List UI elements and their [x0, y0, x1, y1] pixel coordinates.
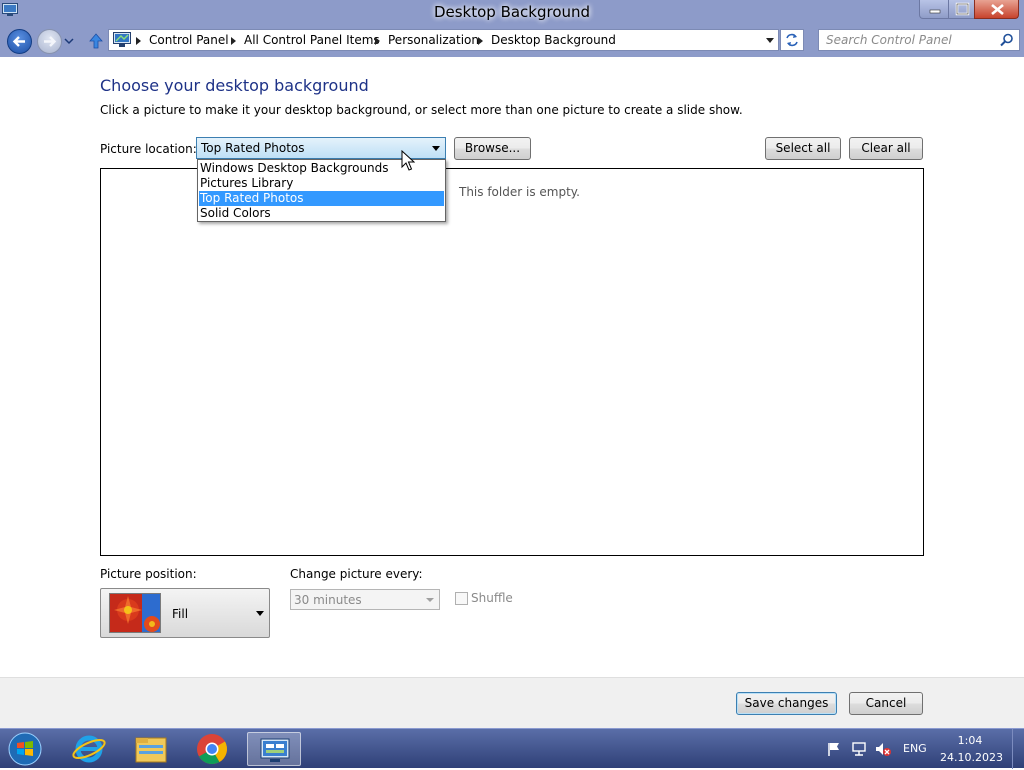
picture-position-select[interactable]: Fill: [100, 588, 270, 638]
chevron-down-icon[interactable]: [426, 598, 434, 602]
empty-folder-message: This folder is empty.: [459, 185, 580, 199]
picture-location-value: Top Rated Photos: [201, 141, 305, 155]
picture-position-label: Picture position:: [100, 567, 197, 581]
close-button[interactable]: [974, 0, 1019, 19]
picture-list[interactable]: This folder is empty.: [100, 168, 924, 556]
chrome-icon: [197, 734, 228, 765]
breadcrumb-all-items[interactable]: All Control Panel Items: [244, 33, 380, 47]
minimize-icon: [929, 9, 941, 14]
minimize-button[interactable]: [919, 0, 949, 19]
recent-pages-dropdown[interactable]: [64, 36, 74, 46]
forward-arrow-icon: [44, 36, 57, 47]
search-icon[interactable]: [1000, 33, 1014, 47]
picture-position-value: Fill: [172, 607, 189, 621]
option-solid-colors[interactable]: Solid Colors: [199, 206, 444, 221]
refresh-button[interactable]: [780, 29, 804, 51]
picture-location-label: Picture location:: [100, 142, 197, 156]
breadcrumb-desktop-background[interactable]: Desktop Background: [491, 33, 616, 47]
clock-time[interactable]: 1:04: [945, 734, 995, 747]
page-title: Choose your desktop background: [100, 76, 369, 95]
change-interval-value: 30 minutes: [294, 593, 362, 607]
up-arrow-icon[interactable]: [87, 32, 105, 50]
volume-muted-icon[interactable]: [875, 741, 891, 757]
dialog-footer: Save changes Cancel: [0, 677, 1024, 728]
forward-button[interactable]: [37, 29, 62, 54]
breadcrumb-separator[interactable]: [136, 37, 141, 45]
option-pictures-library[interactable]: Pictures Library: [199, 176, 444, 191]
taskbar: ENG 1:04 24.10.2023: [0, 728, 1024, 769]
shuffle-label[interactable]: Shuffle: [471, 591, 513, 605]
file-explorer-icon: [135, 737, 167, 763]
mouse-cursor-icon: [401, 150, 415, 171]
breadcrumb-separator[interactable]: [478, 37, 483, 45]
internet-explorer-icon: [72, 735, 106, 763]
page-description: Click a picture to make it your desktop …: [100, 103, 743, 117]
breadcrumb-control-panel[interactable]: Control Panel: [149, 33, 229, 47]
chevron-down-icon[interactable]: [432, 146, 440, 151]
control-panel-icon: [113, 32, 131, 47]
restore-icon: [955, 2, 970, 16]
browse-button[interactable]: Browse...: [454, 137, 531, 160]
breadcrumb-personalization[interactable]: Personalization: [388, 33, 479, 47]
address-history-dropdown[interactable]: [766, 38, 774, 43]
search-input[interactable]: Search Control Panel: [818, 29, 1020, 51]
select-all-button[interactable]: Select all: [765, 137, 841, 160]
navigation-bar: Control Panel All Control Panel Items Pe…: [0, 27, 1024, 57]
save-changes-button[interactable]: Save changes: [736, 692, 837, 715]
chrome-taskbar-button[interactable]: [185, 732, 239, 766]
clear-all-button[interactable]: Clear all: [849, 137, 923, 160]
address-bar[interactable]: Control Panel All Control Panel Items Pe…: [108, 29, 779, 51]
back-arrow-icon: [12, 36, 25, 47]
change-interval-select[interactable]: 30 minutes: [290, 589, 440, 610]
option-top-rated-photos[interactable]: Top Rated Photos: [199, 191, 444, 206]
start-button[interactable]: [4, 731, 46, 767]
clock-date[interactable]: 24.10.2023: [940, 751, 1003, 764]
main-content: Choose your desktop background Click a p…: [0, 57, 1024, 677]
title-bar[interactable]: Desktop Background: [0, 0, 1024, 27]
input-language-indicator[interactable]: ENG: [903, 742, 927, 755]
refresh-icon: [786, 33, 798, 47]
fill-preview-thumbnail: [109, 593, 161, 633]
change-picture-label: Change picture every:: [290, 567, 423, 581]
control-panel-taskbar-button[interactable]: [247, 732, 301, 766]
maximize-button[interactable]: [948, 0, 975, 19]
breadcrumb-separator[interactable]: [375, 37, 380, 45]
action-center-flag-icon[interactable]: [826, 741, 842, 757]
chevron-down-icon[interactable]: [256, 611, 264, 616]
breadcrumb-separator[interactable]: [231, 37, 236, 45]
back-button[interactable]: [7, 29, 32, 54]
file-explorer-taskbar-button[interactable]: [124, 732, 178, 766]
shuffle-checkbox[interactable]: [455, 592, 468, 605]
control-panel-icon: [260, 738, 290, 762]
cancel-button[interactable]: Cancel: [849, 692, 923, 715]
network-icon[interactable]: [851, 741, 867, 757]
show-desktop-button[interactable]: [1012, 729, 1024, 769]
search-placeholder: Search Control Panel: [826, 33, 952, 47]
window-title: Desktop Background: [433, 3, 591, 21]
close-icon: [991, 3, 1004, 16]
internet-explorer-taskbar-button[interactable]: [62, 732, 116, 766]
